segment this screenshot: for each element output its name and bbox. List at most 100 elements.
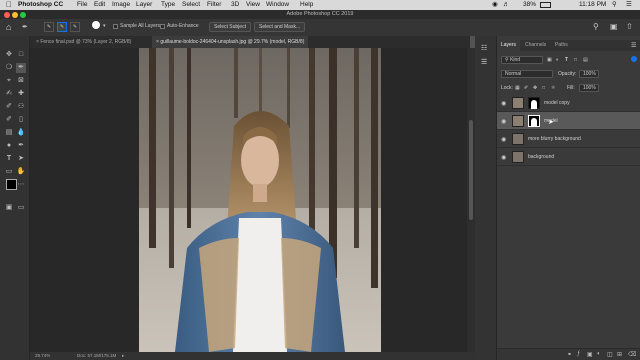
tab-layers[interactable]: Layers [497, 40, 521, 51]
layer-name[interactable]: model copy [544, 94, 570, 112]
auto-enhance-checkbox[interactable] [160, 24, 165, 29]
menu-layer[interactable]: Layer [136, 0, 152, 10]
eyedropper-tool-icon[interactable]: ✍ [4, 89, 14, 99]
opacity-input[interactable]: 100% [579, 70, 599, 78]
properties-panel-icon[interactable]: ☰ [481, 58, 487, 66]
screen-mode-icon[interactable]: ▭ [16, 203, 26, 213]
share-icon[interactable]: ⇧ [626, 22, 633, 31]
blur-tool-icon[interactable]: 💧 [16, 128, 26, 138]
menu-window[interactable]: Window [266, 0, 289, 10]
layer-thumbnail[interactable] [512, 133, 524, 145]
frame-tool-icon[interactable]: ⊠ [16, 76, 26, 86]
layer-mask-thumbnail[interactable] [528, 97, 540, 109]
menu-filter[interactable]: Filter [207, 0, 221, 10]
clock[interactable]: 11:18 PM [579, 0, 606, 10]
sample-all-layers-checkbox[interactable] [113, 24, 118, 29]
workspace-icon[interactable]: ▣ [610, 22, 618, 31]
filter-smart-object-icon[interactable]: ▤ [583, 57, 588, 63]
menu-file[interactable]: File [77, 0, 87, 10]
filter-pixel-icon[interactable]: ▣ [547, 57, 552, 63]
quick-mask-icon[interactable]: ▣ [4, 203, 14, 213]
filter-toggle[interactable] [631, 56, 637, 62]
select-and-mask-button[interactable]: Select and Mask... [254, 22, 306, 32]
eraser-tool-icon[interactable]: ▯ [16, 115, 26, 125]
blend-mode-select[interactable]: Normal [501, 70, 553, 78]
layer-thumbnail[interactable] [512, 151, 524, 163]
layer-name[interactable]: background [528, 148, 554, 166]
search-icon[interactable]: ⚲ [593, 22, 599, 31]
menu-list-icon[interactable]: ☰ [626, 0, 632, 10]
menu-select[interactable]: Select [182, 0, 200, 10]
lock-all-icon[interactable]: ⚛ [551, 85, 555, 91]
layer-row-model-copy[interactable]: ◉ model copy [497, 94, 640, 112]
lock-artboard-icon[interactable]: □ [542, 85, 545, 91]
doc-tab-fence[interactable]: × Fence final.psd @ 73% (Layer 2, RGB/8) [32, 36, 135, 48]
new-group-icon[interactable]: ◫ [607, 351, 613, 358]
eye-icon[interactable]: ◉ [501, 118, 506, 125]
close-window-button[interactable] [4, 12, 10, 18]
subtract-selection-icon[interactable]: ✎ [70, 22, 80, 32]
scrollbar-thumb[interactable] [469, 120, 473, 220]
quick-select-tool-icon[interactable]: ✒ [22, 23, 28, 31]
more-tools-icon[interactable]: ⋯ [16, 180, 26, 190]
clone-stamp-tool-icon[interactable]: ⚇ [16, 102, 26, 112]
layer-mask-thumbnail[interactable] [528, 115, 540, 127]
lock-position-icon[interactable]: ✥ [533, 85, 537, 91]
trash-icon[interactable]: ⌫ [628, 351, 636, 358]
volume-icon[interactable]: ♬ [503, 0, 510, 10]
move-tool-icon[interactable]: ✥ [4, 50, 14, 60]
menu-type[interactable]: Type [161, 0, 175, 10]
zoom-window-button[interactable] [20, 12, 26, 18]
filter-adjustment-icon[interactable]: ◐ [556, 57, 559, 63]
chevron-right-icon[interactable]: ▸ [122, 352, 124, 360]
pen-tool-icon[interactable]: ✒ [16, 141, 26, 151]
home-icon[interactable]: ⌂ [6, 22, 11, 32]
lasso-tool-icon[interactable]: ❍ [4, 63, 14, 73]
layer-row-model[interactable]: ◉ model ➤ [497, 112, 640, 130]
gradient-tool-icon[interactable]: ▤ [4, 128, 14, 138]
menu-view[interactable]: View [246, 0, 260, 10]
crop-tool-icon[interactable]: ⌖ [4, 76, 14, 86]
link-layers-icon[interactable]: ⚭ [567, 351, 572, 358]
lock-transparency-icon[interactable]: ▦ [515, 85, 520, 91]
quick-selection-tool-icon[interactable]: ✒ [16, 63, 26, 73]
tab-channels[interactable]: Channels [521, 40, 550, 51]
history-panel-icon[interactable]: ☷ [481, 44, 487, 52]
layer-row-background[interactable]: ◉ background [497, 148, 640, 166]
layer-name[interactable]: more blurry background [528, 130, 581, 148]
foreground-color-swatch[interactable] [6, 179, 17, 190]
lock-pixels-icon[interactable]: ✐ [524, 85, 528, 91]
history-brush-tool-icon[interactable]: ✐ [4, 115, 14, 125]
doc-tab-guillaume[interactable]: × guillaume-boldoc-246404-unsplash.jpg @… [152, 36, 309, 48]
eye-icon[interactable]: ◉ [501, 154, 506, 161]
app-name[interactable]: Photoshop CC [18, 0, 63, 10]
filter-type-icon[interactable]: T [565, 57, 568, 63]
menu-3d[interactable]: 3D [231, 0, 239, 10]
eye-icon[interactable]: ◉ [501, 100, 506, 107]
photo-model[interactable] [139, 48, 381, 352]
select-subject-button[interactable]: Select Subject [209, 22, 251, 32]
apple-icon[interactable]:  [6, 0, 12, 10]
healing-brush-tool-icon[interactable]: ✚ [16, 89, 26, 99]
search-icon[interactable]: ⚲ [612, 0, 617, 10]
tab-paths[interactable]: Paths [551, 40, 572, 51]
add-mask-icon[interactable]: ▣ [587, 351, 593, 358]
layer-style-icon[interactable]: ƒ [577, 351, 580, 357]
brush-size-icon[interactable] [92, 21, 100, 29]
chevron-down-icon[interactable]: ▾ [103, 23, 106, 29]
path-selection-tool-icon[interactable]: ➤ [16, 154, 26, 164]
minimize-window-button[interactable] [12, 12, 18, 18]
new-selection-icon[interactable]: ✎ [44, 22, 54, 32]
type-tool-icon[interactable]: T [4, 154, 14, 164]
layer-thumbnail[interactable] [512, 97, 524, 109]
add-to-selection-icon[interactable]: ✎ [57, 22, 67, 32]
panel-menu-icon[interactable]: ☰ [631, 42, 636, 49]
zoom-level[interactable]: 29.74% [35, 352, 50, 360]
menu-edit[interactable]: Edit [94, 0, 105, 10]
brush-tool-icon[interactable]: ✐ [4, 102, 14, 112]
layer-thumbnail[interactable] [512, 115, 524, 127]
battery-icon[interactable] [540, 2, 551, 8]
hand-tool-icon[interactable]: ✋ [16, 167, 26, 177]
adjustment-layer-icon[interactable]: ◐ [597, 351, 601, 357]
marquee-tool-icon[interactable]: □ [16, 50, 26, 60]
